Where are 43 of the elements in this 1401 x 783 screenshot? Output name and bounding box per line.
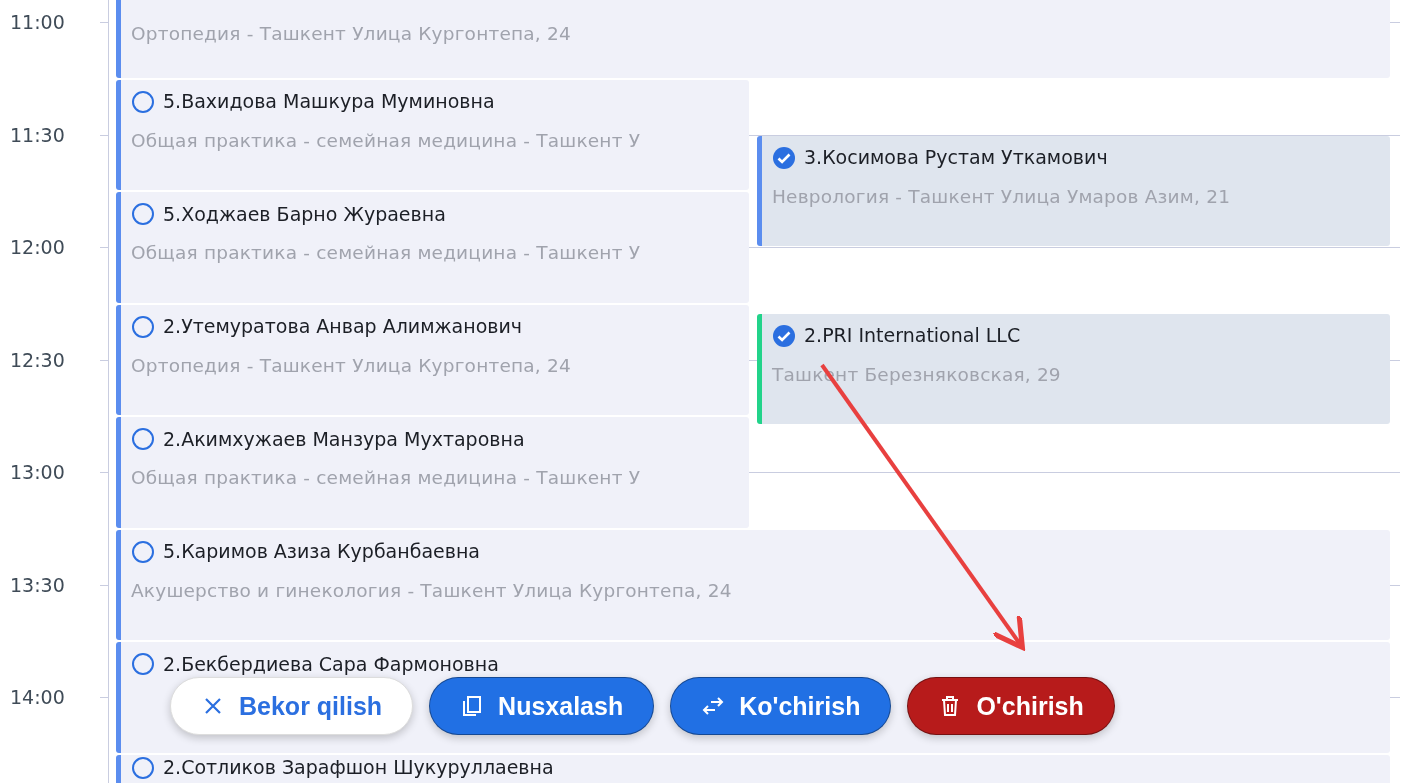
patient-name: 2.Бекбердиева Сара Фармоновна xyxy=(163,653,499,675)
empty-circle-icon[interactable] xyxy=(131,89,155,114)
appointment-card[interactable]: 5.Вахидова Машкура Муминовна Общая практика - семейная медицина - Ташкент У xyxy=(116,79,749,190)
cancel-button[interactable]: Bekor qilish xyxy=(170,677,414,735)
delete-button[interactable]: O'chirish xyxy=(907,677,1115,735)
patient-name: 3.Косимова Рустам Уткамович xyxy=(804,147,1108,169)
copy-button[interactable]: Nusxalash xyxy=(429,677,655,735)
patient-name: 2.Утемуратова Анвар Алимжанович xyxy=(163,316,523,337)
appointment-details: Неврология - Ташкент Улица Умаров Азим, 21 xyxy=(772,185,1232,207)
appointment-details: Акушерство и гинекология - Ташкент Улица Кургонтепа, 24 xyxy=(131,579,733,601)
appointment-details: Общая практика - семейная медицина - Ташкент У xyxy=(131,129,642,151)
empty-circle-icon[interactable] xyxy=(131,755,155,780)
move-button[interactable]: Ko'chirish xyxy=(670,677,892,735)
appointment-card[interactable]: 5.Каримов Азиза Курбанбаевна Акушерство и гинекология - Ташкент Улица Кургонтепа, 24 xyxy=(116,529,1390,640)
appointment-card[interactable]: 2.Акимхужаев Манзура Мухтаровна Общая практика - семейная медицина - Ташкент У xyxy=(116,417,749,528)
appointment-card[interactable]: 2.Сотликов Зарафшон Шукуруллаевна xyxy=(116,754,1390,783)
appointment-card[interactable]: 2.Утемуратова Анвар Алимжанович Ортопедия - Ташкент Улица Кургонтепа, 24 xyxy=(116,304,749,415)
time-label: 12:30 xyxy=(10,347,65,372)
time-label: 11:30 xyxy=(10,122,65,147)
time-label: 13:30 xyxy=(10,572,65,597)
appointment-card[interactable]: 3.Косимова Рустам Уткамович Неврология - Ташкент Улица Умаров Азим, 21 xyxy=(757,135,1390,247)
appointment-card[interactable]: 5.Ходжаев Барно Жураевна Общая практика - семейная медицина - Ташкент У xyxy=(116,192,749,303)
checked-circle-icon[interactable] xyxy=(772,323,796,348)
patient-name: 2.PRI International LLC xyxy=(804,325,1021,347)
empty-circle-icon[interactable] xyxy=(131,539,155,564)
appointment-details: Ортопедия - Ташкент Улица Кургонтепа, 24 xyxy=(131,354,572,376)
patient-name: 2.Акимхужаев Манзура Мухтаровна xyxy=(163,428,525,450)
appointment-details: Общая практика - семейная медицина - Ташкент У xyxy=(131,467,642,488)
patient-name: 5.Ходжаев Барно Жураевна xyxy=(163,203,446,225)
patient-name: 2.Сотликов Зарафшон Шукуруллаевна xyxy=(163,757,554,778)
empty-circle-icon[interactable] xyxy=(131,314,155,339)
appointment-details: Ортопедия - Ташкент Улица Кургонтепа, 24 xyxy=(131,23,572,44)
empty-circle-icon[interactable] xyxy=(131,652,155,676)
appointment-details: Общая практика - семейная медицина - Ташкент У xyxy=(131,242,642,263)
patient-name: 5.Вахидова Машкура Муминовна xyxy=(163,91,495,112)
empty-circle-icon[interactable] xyxy=(131,427,155,451)
empty-circle-icon[interactable] xyxy=(131,202,155,226)
time-label: 14:00 xyxy=(10,685,65,710)
time-label: 13:00 xyxy=(10,460,65,485)
checked-circle-icon[interactable] xyxy=(772,145,796,170)
time-label: 12:00 xyxy=(10,235,65,260)
patient-name: 5.Каримов Азиза Курбанбаевна xyxy=(163,541,480,562)
time-label: 11:00 xyxy=(10,10,65,35)
